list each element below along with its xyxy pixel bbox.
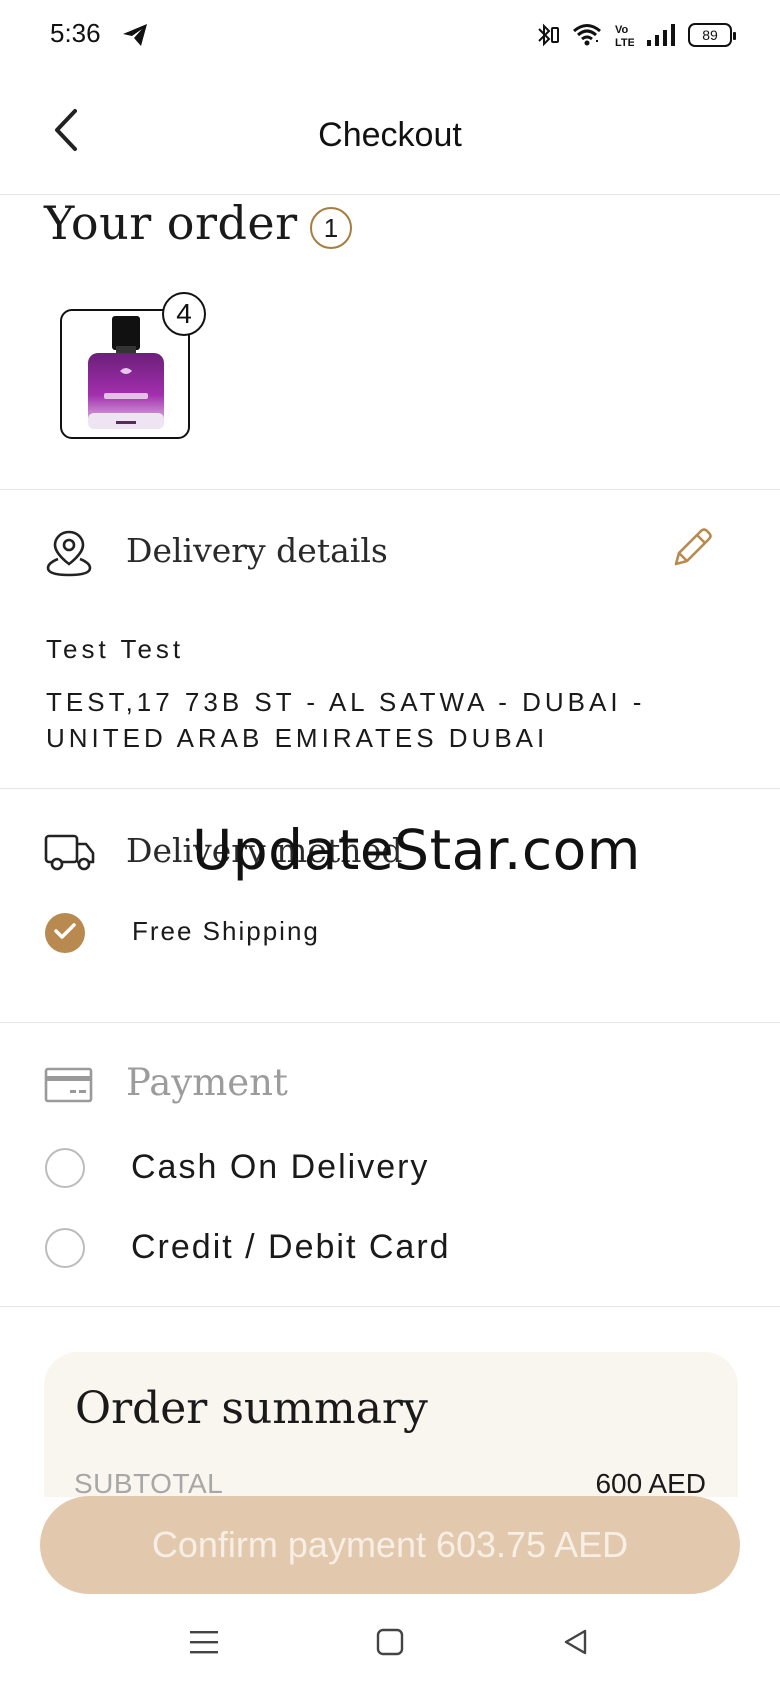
back-triangle-icon: [561, 1627, 591, 1662]
delivery-address: TEST,17 73B ST - AL SATWA - DUBAI - UNIT…: [46, 687, 646, 753]
section-divider: [0, 489, 780, 490]
cash-on-delivery-label[interactable]: Cash On Delivery: [131, 1148, 429, 1187]
app-header: Checkout: [0, 70, 780, 195]
credit-card-label[interactable]: Credit / Debit Card: [131, 1228, 451, 1267]
order-summary-title: Order summary: [75, 1383, 428, 1434]
telegram-send-icon: [120, 20, 150, 50]
delivery-recipient-name: Test Test: [46, 634, 185, 664]
credit-card-radio[interactable]: [45, 1228, 85, 1268]
wifi-icon: [572, 22, 602, 48]
battery-icon: 89: [688, 23, 736, 47]
order-count-badge: 1: [310, 207, 352, 249]
section-divider: [0, 788, 780, 789]
menu-button[interactable]: [184, 1624, 224, 1664]
svg-text:LTE: LTE: [615, 37, 634, 49]
section-divider: [0, 1022, 780, 1023]
signal-icon: [646, 23, 676, 47]
system-nav-bar: [0, 1600, 780, 1690]
checkmark-icon: [53, 921, 77, 946]
shipping-selected-check[interactable]: [45, 913, 85, 953]
cash-on-delivery-radio[interactable]: [45, 1148, 85, 1188]
status-bar: 5:36 Vo LTE 89: [0, 0, 780, 70]
home-button[interactable]: [370, 1624, 410, 1664]
perfume-bottle-icon: [80, 313, 172, 442]
location-pin-icon: [44, 526, 94, 583]
card-icon: [44, 1066, 94, 1109]
status-time: 5:36: [50, 18, 101, 48]
bluetooth-icon: [534, 21, 560, 49]
menu-icon: [189, 1628, 219, 1661]
watermark-text: UpdateStar.com: [192, 818, 641, 882]
back-nav-button[interactable]: [556, 1624, 596, 1664]
page-title: Checkout: [318, 116, 462, 154]
shipping-option-label[interactable]: Free Shipping: [132, 916, 320, 947]
section-divider: [0, 1306, 780, 1307]
home-square-icon: [375, 1627, 405, 1662]
delivery-details-title: Delivery details: [126, 531, 388, 570]
pencil-icon: [668, 528, 716, 576]
payment-title: Payment: [126, 1061, 288, 1104]
volte-icon: Vo LTE: [614, 21, 634, 49]
svg-text:Vo: Vo: [615, 24, 629, 36]
status-icons: Vo LTE 89: [534, 18, 736, 52]
order-section-title: Your order: [44, 196, 298, 250]
confirm-payment-button[interactable]: Confirm payment 603.75 AED: [40, 1496, 740, 1594]
order-item-quantity-badge: 4: [162, 292, 206, 336]
edit-delivery-button[interactable]: [668, 524, 716, 572]
truck-icon: [44, 832, 96, 877]
